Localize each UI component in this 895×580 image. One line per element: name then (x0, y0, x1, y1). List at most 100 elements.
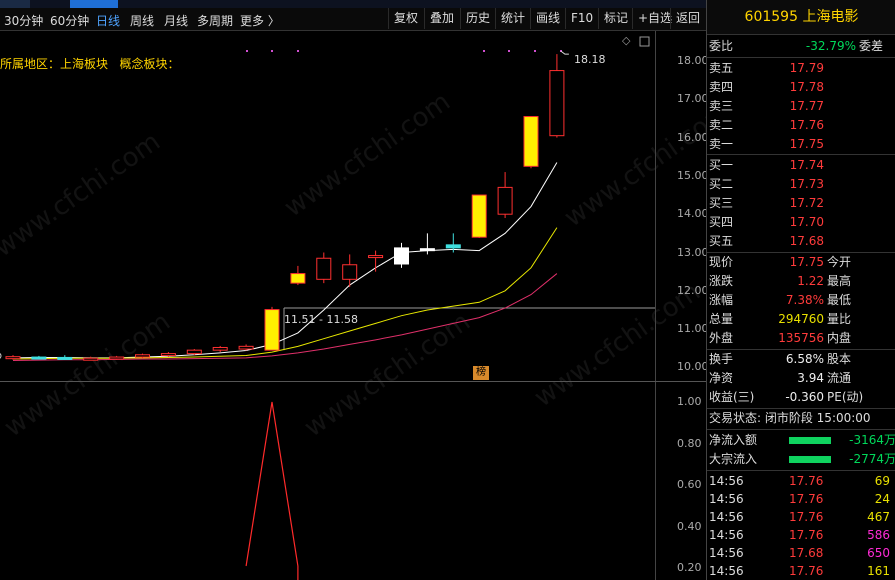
block-inflow-value: -2774万 (849, 452, 895, 466)
restore-rights-button[interactable]: 复权 (388, 8, 423, 29)
candle-body (316, 257, 332, 280)
period-monthly[interactable]: 月线 (164, 12, 188, 29)
back-button[interactable]: 返回 (670, 8, 705, 29)
wb-label: 委比 (709, 39, 734, 53)
ask-row: 卖四 17.78 (707, 78, 895, 97)
marker-dot (483, 50, 485, 52)
tab-quotes[interactable] (70, 0, 118, 8)
price-tick-label: 16.00 (677, 130, 709, 144)
concept-text: 概念板块： (119, 57, 180, 71)
stat2-label2: 股本 (827, 352, 852, 366)
candle-body (57, 356, 73, 360)
candle-body (83, 357, 99, 361)
ask-row: 卖五 17.79 (707, 59, 895, 78)
candle-body (109, 356, 125, 360)
candle-body (5, 356, 21, 360)
candle-body (368, 255, 384, 259)
net-inflow-value: -3164万 (849, 433, 895, 447)
candle-body (394, 247, 409, 265)
stat2-row: 净资 3.94 流通 (707, 369, 895, 388)
period-30min[interactable]: 30分钟 (4, 12, 43, 29)
bid-price: 17.68 (789, 234, 824, 248)
max-price-label: 18.18 (574, 53, 606, 66)
indicator-tick-label: 0.60 (677, 478, 702, 491)
candle-body (135, 354, 150, 358)
candle-body (419, 248, 435, 252)
ask-label: 卖一 (709, 137, 734, 151)
indicator-line (245, 401, 299, 580)
candle-body (549, 70, 565, 137)
left-edge-marker (0, 353, 2, 359)
f10-button[interactable]: F10 (565, 8, 598, 29)
tab-news[interactable] (132, 0, 172, 8)
period-60min[interactable]: 60分钟 (50, 12, 89, 29)
stat-label: 总量 (709, 312, 734, 326)
tick-price: 17.68 (789, 546, 824, 560)
mark-button[interactable]: 标记 (598, 8, 633, 29)
period-toolbar: 30分钟 60分钟 日线 周线 月线 多周期 更多 〉 复权 叠加 历史 统计 … (0, 8, 706, 31)
bid-label: 买一 (709, 158, 734, 172)
moving-average-line (12, 227, 558, 360)
tick-time: 14:56 (709, 492, 744, 506)
stat-row: 涨跌 1.22 最高 (707, 272, 895, 291)
tab-service[interactable] (250, 0, 290, 8)
top-tab-strip (0, 0, 706, 8)
overlay-button[interactable]: 叠加 (424, 8, 459, 29)
moving-average-line (12, 162, 558, 359)
history-button[interactable]: 历史 (460, 8, 495, 29)
ask-price: 17.77 (789, 99, 824, 113)
diamond-icon: ◇ (622, 34, 631, 47)
tick-volume: 24 (874, 492, 890, 506)
period-weekly[interactable]: 周线 (130, 12, 154, 29)
stats-button[interactable]: 统计 (495, 8, 530, 29)
stat2-label: 收益(三) (709, 390, 755, 404)
price-tick-label: 15.00 (677, 168, 709, 182)
stat2-label2: 流通 (827, 371, 852, 385)
tick-volume: 650 (867, 546, 890, 560)
stat2-value: 3.94 (797, 371, 824, 385)
wb-value: -32.79% (805, 39, 856, 53)
candle-body (186, 349, 202, 355)
bid-label: 买二 (709, 177, 734, 191)
ask-label: 卖四 (709, 80, 734, 94)
indicator-tick-label: 0.40 (677, 519, 702, 533)
block-inflow-bar (789, 456, 831, 463)
tick-volume: 586 (867, 528, 890, 542)
candle-body (160, 353, 176, 357)
ask-price: 17.75 (789, 137, 824, 151)
price-axis-divider (655, 31, 656, 580)
indicator-separator (0, 381, 706, 382)
candle-body (31, 356, 47, 360)
draw-line-button[interactable]: 画线 (530, 8, 565, 29)
trade-status-row: 交易状态: 闭市阶段 15:00:00 (707, 409, 895, 428)
rank-badge[interactable]: 榜 (473, 366, 489, 380)
period-multi[interactable]: 多周期 (197, 12, 233, 29)
stat2-value: 6.58% (785, 352, 824, 366)
indicator-tick-label: 0.80 (677, 436, 702, 450)
ask-price: 17.79 (789, 61, 824, 75)
kline-chart[interactable]: ◇ (0, 31, 706, 580)
tab-trade[interactable] (190, 0, 230, 8)
stat-row: 现价 17.75 今开 (707, 253, 895, 272)
stat-value: 1.22 (797, 274, 824, 288)
sector-info: 所属地区：上海板块 概念板块： (0, 55, 179, 72)
period-daily[interactable]: 日线 (96, 12, 120, 29)
candle-body (471, 194, 487, 238)
trade-status: 交易状态: 闭市阶段 15:00:00 (709, 411, 871, 425)
price-tick-label: 12.00 (677, 283, 709, 297)
block-inflow-label: 大宗流入 (709, 452, 758, 466)
bid-price: 17.72 (789, 196, 824, 210)
stat-row: 总量 294760 量比 (707, 310, 895, 329)
price-range-label: 11.51 - 11.58 (284, 313, 358, 326)
marker-dot (534, 50, 536, 52)
bid-row: 买一 17.74 (707, 156, 895, 175)
stat2-label2: PE(动) (827, 390, 864, 404)
period-more[interactable]: 更多 〉 (240, 12, 280, 29)
wb-row: 委比 -32.79% 委差 (707, 37, 895, 56)
tick-time: 14:56 (709, 564, 744, 578)
candle-body (523, 116, 539, 167)
bid-label: 买五 (709, 234, 734, 248)
net-inflow-label: 净流入额 (709, 433, 758, 447)
tick-volume: 69 (874, 474, 890, 488)
stat-label2: 内盘 (827, 331, 852, 345)
